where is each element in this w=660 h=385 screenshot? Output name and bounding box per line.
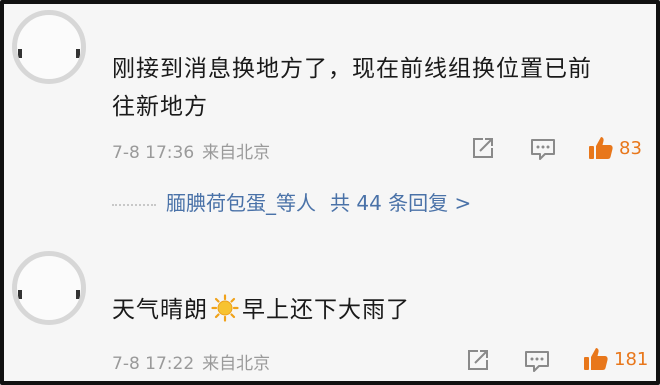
comment-text: 刚接到消息换地方了，现在前线组换位置已前 往新地方 bbox=[112, 50, 632, 126]
share-icon[interactable] bbox=[465, 347, 491, 373]
thumbs-up-icon bbox=[589, 137, 613, 159]
comment-text-part: 天气晴朗 bbox=[112, 297, 208, 323]
avatar[interactable] bbox=[12, 251, 86, 325]
comment-icon[interactable] bbox=[523, 348, 549, 374]
avatar-mark bbox=[76, 49, 80, 58]
like-button[interactable]: 181 bbox=[582, 345, 648, 373]
sun-emoji bbox=[211, 294, 239, 334]
comment-meta: 7-8 17:22 来自北京 bbox=[112, 349, 270, 374]
comment-list: 刚接到消息换地方了，现在前线组换位置已前 往新地方 7-8 17:36 来自北京 … bbox=[0, 0, 660, 385]
comment-location: 来自北京 bbox=[202, 354, 271, 374]
comment-time: 7-8 17:22 bbox=[112, 354, 195, 374]
thumbs-up-icon bbox=[584, 348, 608, 370]
comment-text: 天气晴朗 早上还下大雨了 bbox=[112, 291, 632, 334]
reply-users[interactable]: 腼腆荷包蛋_等人 bbox=[166, 191, 316, 215]
share-icon[interactable] bbox=[470, 135, 496, 161]
avatar-mark bbox=[18, 49, 22, 58]
comment-meta: 7-8 17:36 来自北京 bbox=[112, 138, 270, 163]
like-button[interactable]: 83 bbox=[587, 134, 642, 162]
comment-location: 来自北京 bbox=[202, 143, 271, 163]
avatar-mark bbox=[18, 290, 22, 299]
avatar-mark bbox=[76, 290, 80, 299]
comment-text-line: 往新地方 bbox=[112, 94, 208, 120]
comment-text-line: 刚接到消息换地方了，现在前线组换位置已前 bbox=[112, 56, 592, 82]
reply-divider bbox=[112, 203, 156, 206]
comment-time: 7-8 17:36 bbox=[112, 143, 195, 163]
comment-text-part: 早上还下大雨了 bbox=[242, 297, 410, 323]
avatar[interactable] bbox=[12, 10, 86, 84]
like-count: 83 bbox=[619, 137, 642, 159]
reply-summary[interactable]: 腼腆荷包蛋_等人共 44 条回复 > bbox=[112, 187, 471, 216]
like-count: 181 bbox=[614, 348, 649, 370]
view-replies-link[interactable]: 共 44 条回复 > bbox=[330, 191, 471, 215]
comment-icon[interactable] bbox=[529, 136, 555, 162]
